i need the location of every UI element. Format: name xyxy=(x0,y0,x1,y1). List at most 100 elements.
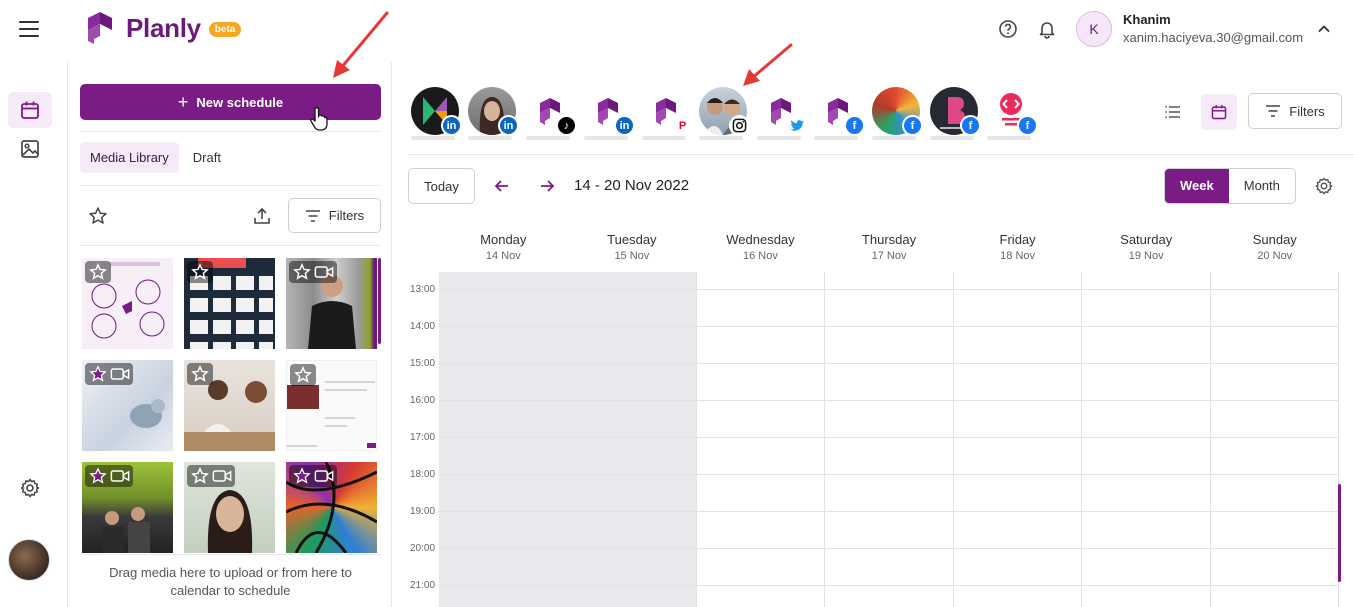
star-filled-icon[interactable] xyxy=(88,365,108,383)
hour-line xyxy=(439,511,1338,512)
upload-icon[interactable] xyxy=(252,206,272,226)
media-thumbnail[interactable] xyxy=(82,360,173,451)
arrow-right-icon[interactable] xyxy=(538,177,556,195)
hour-label: 21:00 xyxy=(410,580,436,591)
day-name: Friday xyxy=(999,232,1036,247)
plus-icon: + xyxy=(177,92,189,112)
star-outline-icon[interactable] xyxy=(88,206,108,226)
media-thumbnail[interactable] xyxy=(184,360,275,451)
bell-icon[interactable] xyxy=(1037,19,1057,39)
user-name: Khanim xyxy=(1123,12,1171,27)
hour-label: 16:00 xyxy=(410,395,436,406)
day-header-sunday: Sunday 20 Nov xyxy=(1210,232,1339,272)
week-view-button[interactable]: Week xyxy=(1165,169,1229,203)
hour-label: 17:00 xyxy=(410,432,436,443)
calendar-view-button[interactable] xyxy=(1201,94,1237,130)
star-filled-icon[interactable] xyxy=(88,467,108,485)
day-date: 20 Nov xyxy=(1257,250,1293,262)
tab-draft[interactable]: Draft xyxy=(183,142,231,173)
menu-icon[interactable] xyxy=(19,21,39,37)
hour-line xyxy=(439,437,1338,438)
thumbnail-badges xyxy=(289,261,337,283)
star-outline-icon[interactable] xyxy=(190,467,210,485)
tab-media-library[interactable]: Media Library xyxy=(80,142,179,173)
column-line xyxy=(824,272,825,607)
week-grid[interactable]: 13:00 14:00 15:00 16:00 17:00 18:00 19:0… xyxy=(393,272,1354,607)
account-avatar[interactable]: in xyxy=(468,87,519,140)
media-thumbnail[interactable] xyxy=(82,462,173,553)
rail-item-calendar[interactable] xyxy=(8,92,52,128)
chevron-up-icon[interactable] xyxy=(1317,22,1331,36)
thumbnail-badges xyxy=(85,261,111,283)
view-toggle: Week Month xyxy=(1164,168,1296,204)
account-avatar[interactable]: f xyxy=(872,87,923,140)
rail-item-settings[interactable] xyxy=(8,470,52,506)
column-line xyxy=(953,272,954,607)
new-schedule-button[interactable]: + New schedule xyxy=(80,84,381,120)
today-button[interactable]: Today xyxy=(408,168,475,204)
account-name-placeholder xyxy=(699,136,743,140)
star-filled-icon[interactable] xyxy=(292,467,312,485)
help-icon[interactable] xyxy=(998,19,1018,39)
account-avatar[interactable]: P xyxy=(642,87,693,140)
hour-line xyxy=(439,474,1338,475)
user-email: xanim.haciyeva.30@gmail.com xyxy=(1123,30,1304,45)
account-name-placeholder xyxy=(987,136,1031,140)
account-name-placeholder xyxy=(526,136,570,140)
media-thumbnail[interactable] xyxy=(286,360,377,451)
account-name-placeholder xyxy=(411,136,455,140)
account-name-placeholder xyxy=(930,136,974,140)
logo-text: Planly xyxy=(126,12,201,43)
app-root: Planly beta K Khanim xanim.haciyeva.30@g… xyxy=(0,0,1354,607)
arrow-left-icon[interactable] xyxy=(493,177,511,195)
calendar-scrollbar[interactable] xyxy=(1338,484,1341,582)
account-avatar[interactable] xyxy=(757,87,808,140)
media-filters-button[interactable]: Filters xyxy=(288,198,381,233)
hour-line xyxy=(439,400,1338,401)
user-avatar[interactable]: K xyxy=(1076,11,1112,47)
divider xyxy=(80,554,381,555)
logo[interactable]: Planly beta xyxy=(82,10,242,46)
star-outline-icon[interactable] xyxy=(88,263,108,281)
facebook-icon: f xyxy=(902,115,923,136)
media-thumbnail[interactable] xyxy=(82,258,173,349)
star-outline-icon[interactable] xyxy=(190,263,210,281)
account-avatar[interactable]: in xyxy=(411,87,462,140)
hour-line xyxy=(439,326,1338,327)
media-scrollbar[interactable] xyxy=(378,258,381,344)
linkedin-icon: in xyxy=(441,115,462,136)
account-avatar[interactable]: f xyxy=(814,87,865,140)
day-name: Monday xyxy=(480,232,527,247)
top-bar: Planly beta K Khanim xanim.haciyeva.30@g… xyxy=(0,0,1354,62)
workspace-avatar[interactable] xyxy=(8,539,50,581)
day-date: 16 Nov xyxy=(743,250,778,262)
hour-label: 15:00 xyxy=(410,358,436,369)
calendar-icon xyxy=(1211,105,1227,120)
media-thumbnail[interactable] xyxy=(286,462,377,553)
star-outline-icon[interactable] xyxy=(293,366,313,384)
media-thumbnail[interactable] xyxy=(184,462,275,553)
account-name-placeholder xyxy=(584,136,628,140)
rail-item-media[interactable] xyxy=(8,131,52,167)
video-camera-icon xyxy=(314,467,334,485)
gear-icon[interactable] xyxy=(1314,176,1334,196)
account-avatar[interactable]: f xyxy=(930,87,981,140)
media-thumbnail[interactable] xyxy=(286,258,377,349)
hour-label: 14:00 xyxy=(410,321,436,332)
column-line xyxy=(1210,272,1211,607)
month-view-button[interactable]: Month xyxy=(1229,169,1295,203)
account-avatar[interactable]: in xyxy=(584,87,635,140)
day-name: Thursday xyxy=(861,232,917,247)
account-avatar[interactable]: ♪ xyxy=(526,87,577,140)
account-avatar[interactable] xyxy=(699,87,750,140)
day-date: 19 Nov xyxy=(1128,250,1164,262)
calendar-filters-button[interactable]: Filters xyxy=(1248,93,1342,129)
thumbnail-badges xyxy=(290,364,316,386)
account-avatar[interactable]: f xyxy=(987,87,1038,140)
pinterest-icon: P xyxy=(672,115,693,136)
media-thumbnail[interactable] xyxy=(184,258,275,349)
list-view-icon[interactable] xyxy=(1163,102,1183,122)
star-outline-icon[interactable] xyxy=(292,263,312,281)
star-outline-icon[interactable] xyxy=(190,365,210,383)
media-tools: Filters xyxy=(80,198,381,234)
